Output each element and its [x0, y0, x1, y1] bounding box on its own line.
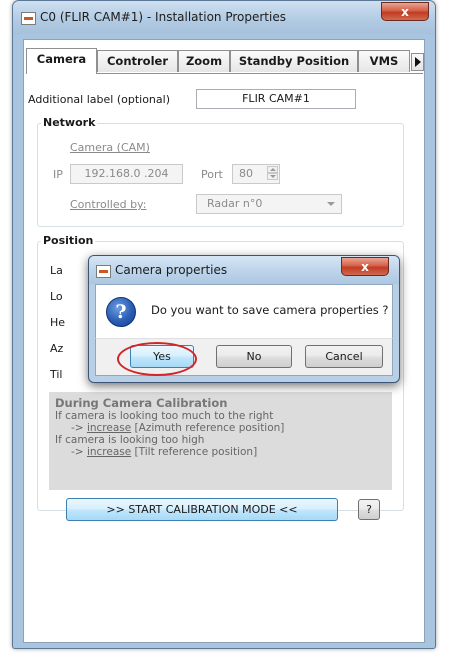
port-stepper[interactable]: 80 — [232, 164, 280, 184]
window-close-button[interactable]: x — [381, 2, 429, 21]
app-icon — [21, 12, 36, 25]
no-button[interactable]: No — [216, 345, 292, 368]
position-row-label: Lo — [50, 290, 63, 303]
calibration-help-line: If camera is looking too high — [55, 434, 205, 446]
camera-cam-link[interactable]: Camera (CAM) — [70, 141, 150, 154]
calibration-help-box: During Camera Calibration If camera is l… — [49, 392, 392, 490]
tab-camera[interactable]: Camera — [26, 48, 97, 74]
position-row-label: Til — [50, 368, 63, 381]
position-row-label: Az — [50, 342, 64, 355]
controlled-by-link[interactable]: Controlled by: — [70, 198, 146, 211]
help-button[interactable]: ? — [358, 499, 380, 520]
window-titlebar[interactable]: C0 (FLIR CAM#1) - Installation Propertie… — [13, 1, 435, 34]
tab-standby-position[interactable]: Standby Position — [230, 50, 358, 72]
spin-up-icon[interactable] — [267, 166, 278, 173]
calibration-help-line: If camera is looking too much to the rig… — [55, 410, 274, 422]
dialog-body: ? Do you want to save camera properties … — [95, 284, 393, 338]
calibration-help-line: -> increase [Tilt reference position] — [71, 446, 258, 458]
ip-label: IP — [53, 168, 63, 181]
spin-down-icon[interactable] — [267, 173, 278, 180]
tab-zoom[interactable]: Zoom — [178, 50, 230, 72]
window-title: C0 (FLIR CAM#1) - Installation Propertie… — [40, 10, 286, 24]
increase-tilt-link[interactable]: increase — [87, 446, 131, 458]
dialog-titlebar[interactable]: Camera properties x — [89, 256, 399, 284]
controlled-by-select[interactable]: Radar n°0 — [196, 194, 342, 214]
highlight-ring — [117, 342, 197, 376]
cancel-button[interactable]: Cancel — [305, 345, 383, 368]
dialog-title: Camera properties — [115, 263, 228, 277]
calibration-help-heading: During Camera Calibration — [55, 396, 228, 410]
controlled-by-value: Radar n°0 — [207, 197, 263, 210]
chevron-down-icon — [327, 202, 335, 206]
dialog-app-icon — [96, 265, 111, 278]
network-group-title: Network — [41, 116, 98, 129]
tab-scroll-right-icon[interactable] — [411, 53, 424, 71]
camera-properties-dialog: Camera properties x ? Do you want to sav… — [88, 255, 400, 383]
question-icon: ? — [106, 297, 136, 327]
tab-controler[interactable]: Controler — [97, 50, 178, 72]
dialog-close-button[interactable]: x — [341, 257, 389, 276]
position-group-title: Position — [41, 234, 96, 247]
position-row-label: He — [50, 316, 66, 329]
ip-address-input[interactable]: 192.168.0 .204 — [70, 164, 183, 184]
calibration-help-line: -> increase [Azimuth reference position] — [71, 422, 285, 434]
additional-label-caption: Additional label (optional) — [28, 93, 170, 106]
tab-vms[interactable]: VMS — [358, 50, 410, 72]
port-label: Port — [201, 168, 223, 181]
port-value: 80 — [239, 167, 253, 180]
increase-azimuth-link[interactable]: increase — [87, 422, 131, 434]
start-calibration-button[interactable]: >> START CALIBRATION MODE << — [66, 498, 338, 521]
additional-label-input[interactable]: FLIR CAM#1 — [196, 89, 356, 109]
position-row-label: La — [50, 264, 63, 277]
dialog-message: Do you want to save camera properties ? — [151, 303, 389, 317]
